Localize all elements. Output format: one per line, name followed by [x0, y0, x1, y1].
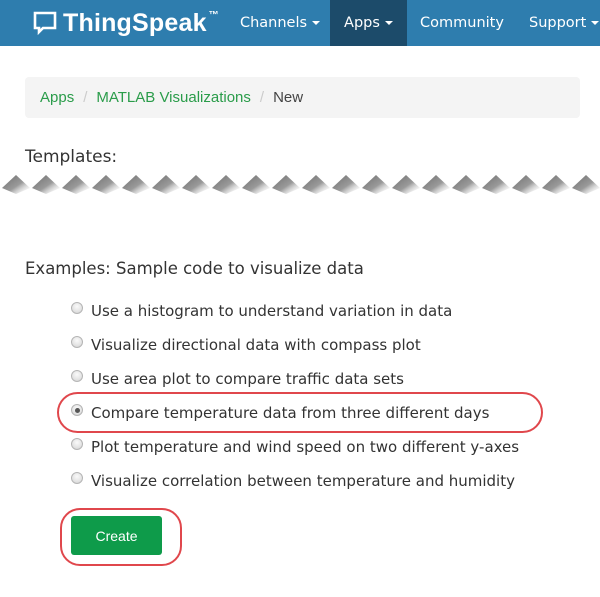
torn-edge-tooth — [2, 175, 30, 194]
radio-button[interactable] — [71, 472, 83, 484]
torn-edge-tooth — [302, 175, 330, 194]
nav-community[interactable]: Community — [407, 0, 517, 46]
caret-down-icon — [384, 21, 393, 25]
nav-apps-label: Apps — [344, 15, 380, 31]
torn-edge-tooth — [92, 175, 120, 194]
breadcrumb-current: New — [273, 89, 304, 106]
torn-edge-tooth — [182, 175, 210, 194]
radio-button[interactable] — [71, 302, 83, 314]
examples-heading: Examples: Sample code to visualize data — [25, 259, 364, 278]
torn-edge-tooth — [392, 175, 420, 194]
torn-edge-tooth — [572, 175, 600, 194]
torn-edge-tooth — [212, 175, 240, 194]
breadcrumb-separator: / — [83, 89, 88, 106]
brand-logo[interactable]: ThingSpeak ™ — [33, 8, 219, 38]
caret-down-icon — [312, 21, 321, 25]
templates-heading: Templates: — [25, 147, 118, 167]
torn-edge-tooth — [62, 175, 90, 194]
brand-name: ThingSpeak — [63, 8, 207, 37]
torn-edge-tooth — [542, 175, 570, 194]
example-option-compare-temperature[interactable]: Compare temperature data from three diff… — [71, 402, 489, 424]
torn-edge-divider — [2, 175, 600, 194]
breadcrumb-apps[interactable]: Apps — [40, 89, 74, 106]
option-label: Use area plot to compare traffic data se… — [91, 370, 404, 388]
trademark-symbol: ™ — [208, 9, 219, 21]
torn-edge-tooth — [242, 175, 270, 194]
nav-support[interactable]: Support — [517, 0, 600, 46]
example-option-area-plot[interactable]: Use area plot to compare traffic data se… — [71, 368, 404, 390]
breadcrumb: Apps / MATLAB Visualizations / New — [25, 77, 580, 118]
torn-edge-tooth — [332, 175, 360, 194]
option-label: Plot temperature and wind speed on two d… — [91, 438, 520, 456]
option-label: Compare temperature data from three diff… — [91, 404, 490, 422]
torn-edge-tooth — [452, 175, 480, 194]
nav-community-label: Community — [420, 15, 504, 31]
torn-edge-tooth — [422, 175, 450, 194]
option-label: Visualize directional data with compass … — [91, 336, 421, 354]
example-option-two-y-axes[interactable]: Plot temperature and wind speed on two d… — [71, 436, 519, 458]
nav-channels[interactable]: Channels — [230, 0, 330, 46]
radio-button[interactable] — [71, 438, 83, 450]
nav-channels-label: Channels — [239, 15, 308, 31]
example-option-histogram[interactable]: Use a histogram to understand variation … — [71, 300, 452, 322]
example-option-compass-plot[interactable]: Visualize directional data with compass … — [71, 334, 421, 356]
speech-bubble-icon — [33, 11, 57, 35]
caret-down-icon — [591, 21, 600, 25]
torn-edge-tooth — [122, 175, 150, 194]
create-button[interactable]: Create — [71, 516, 162, 555]
example-option-correlation[interactable]: Visualize correlation between temperatur… — [71, 470, 515, 492]
radio-button-selected[interactable] — [71, 404, 83, 416]
torn-edge-tooth — [152, 175, 180, 194]
breadcrumb-separator: / — [259, 89, 265, 106]
nav-apps[interactable]: Apps — [330, 0, 407, 46]
torn-edge-tooth — [32, 175, 60, 194]
torn-edge-tooth — [512, 175, 540, 194]
option-label: Use a histogram to understand variation … — [91, 302, 453, 320]
radio-button[interactable] — [71, 336, 83, 348]
torn-edge-tooth — [362, 175, 390, 194]
nav-support-label: Support — [529, 15, 587, 31]
top-navbar: ThingSpeak ™ Channels Apps Community Sup… — [0, 0, 600, 46]
torn-edge-tooth — [272, 175, 300, 194]
breadcrumb-matlab-visualizations[interactable]: MATLAB Visualizations — [96, 89, 251, 106]
torn-edge-tooth — [482, 175, 510, 194]
radio-button[interactable] — [71, 370, 83, 382]
option-label: Visualize correlation between temperatur… — [91, 472, 515, 490]
